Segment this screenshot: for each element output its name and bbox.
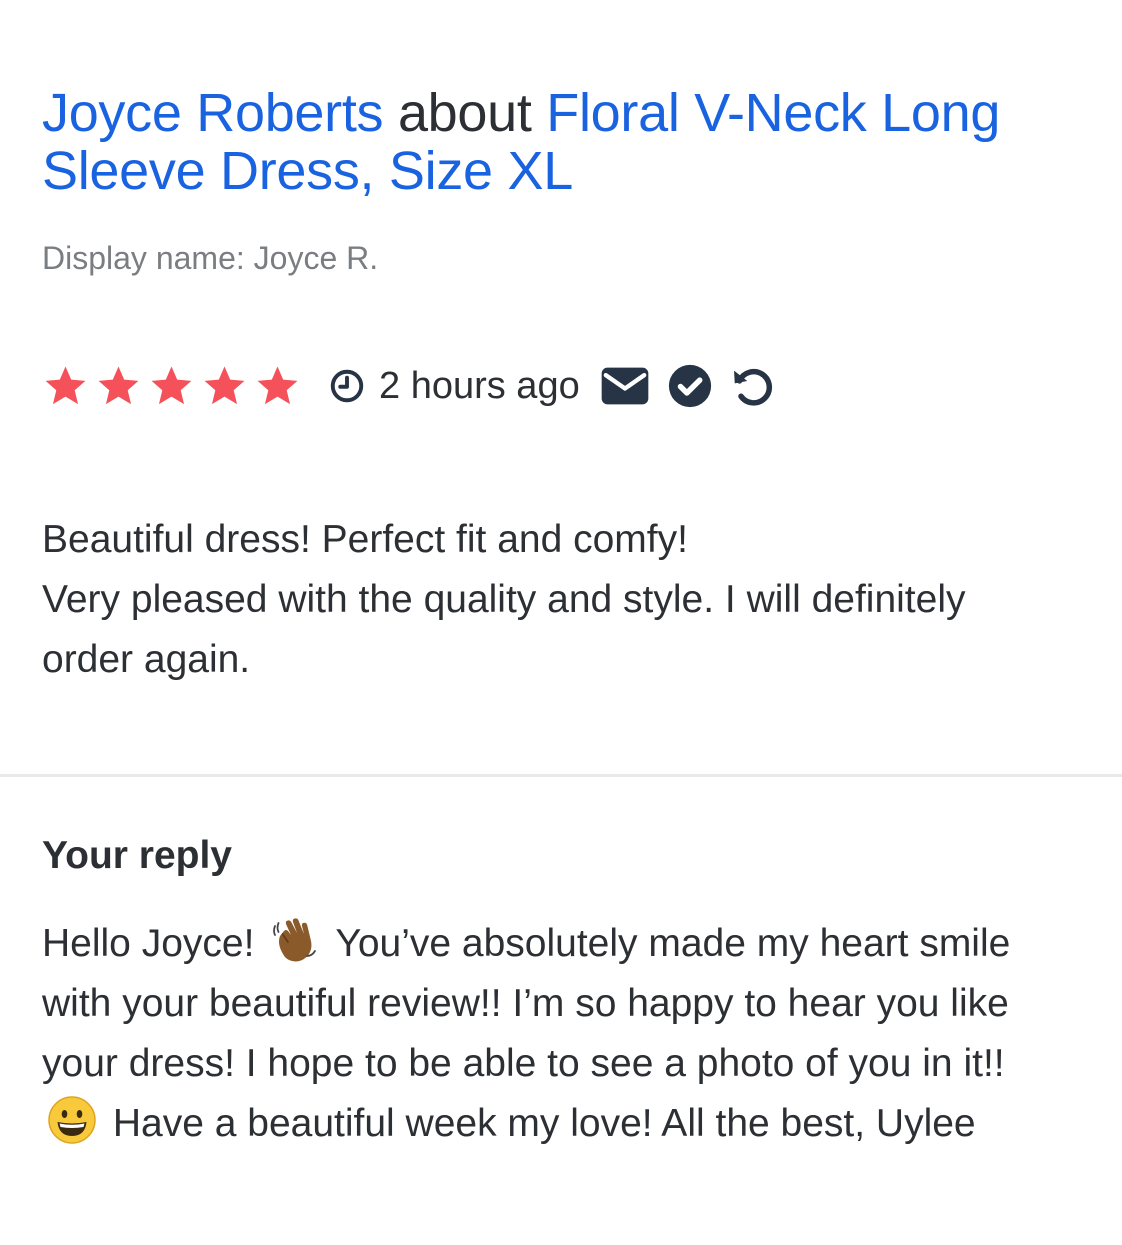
review-meta-row: 2 hours ago	[42, 358, 774, 414]
reply-text-part: Have a beautiful week my love! All the b…	[112, 1102, 976, 1145]
grinning-face-emoji-icon	[48, 1096, 96, 1144]
undo-icon[interactable]	[730, 364, 774, 408]
review-headline: Joyce Roberts about Floral V-Neck Long S…	[42, 84, 1102, 200]
check-circle-icon[interactable]	[668, 364, 712, 408]
star-icon	[151, 366, 192, 404]
clock-icon	[330, 369, 364, 403]
reply-body: Hello Joyce! You’ve absolutely made my h…	[42, 914, 1062, 1154]
reply-title: Your reply	[42, 834, 232, 877]
review-text-line: Beautiful dress! Perfect fit and comfy!	[42, 518, 688, 561]
star-icon	[204, 366, 245, 404]
time-ago-text: 2 hours ago	[379, 364, 580, 407]
star-icon	[98, 366, 139, 404]
display-name: Display name: Joyce R.	[42, 240, 379, 276]
star-rating	[42, 363, 301, 410]
review-text-line: Very pleased with the quality and style.…	[42, 578, 966, 681]
review-body: Beautiful dress! Perfect fit and comfy! …	[42, 510, 1042, 690]
review-time: 2 hours ago	[329, 365, 580, 408]
star-icon	[257, 366, 298, 404]
envelope-icon[interactable]	[600, 366, 650, 406]
reviewer-name-link[interactable]: Joyce Roberts	[42, 83, 384, 143]
star-icon	[45, 366, 86, 404]
section-divider	[0, 774, 1122, 777]
reply-text-part: Hello Joyce!	[42, 922, 255, 965]
waving-hand-emoji-icon	[273, 918, 317, 962]
about-text: about	[397, 83, 532, 143]
